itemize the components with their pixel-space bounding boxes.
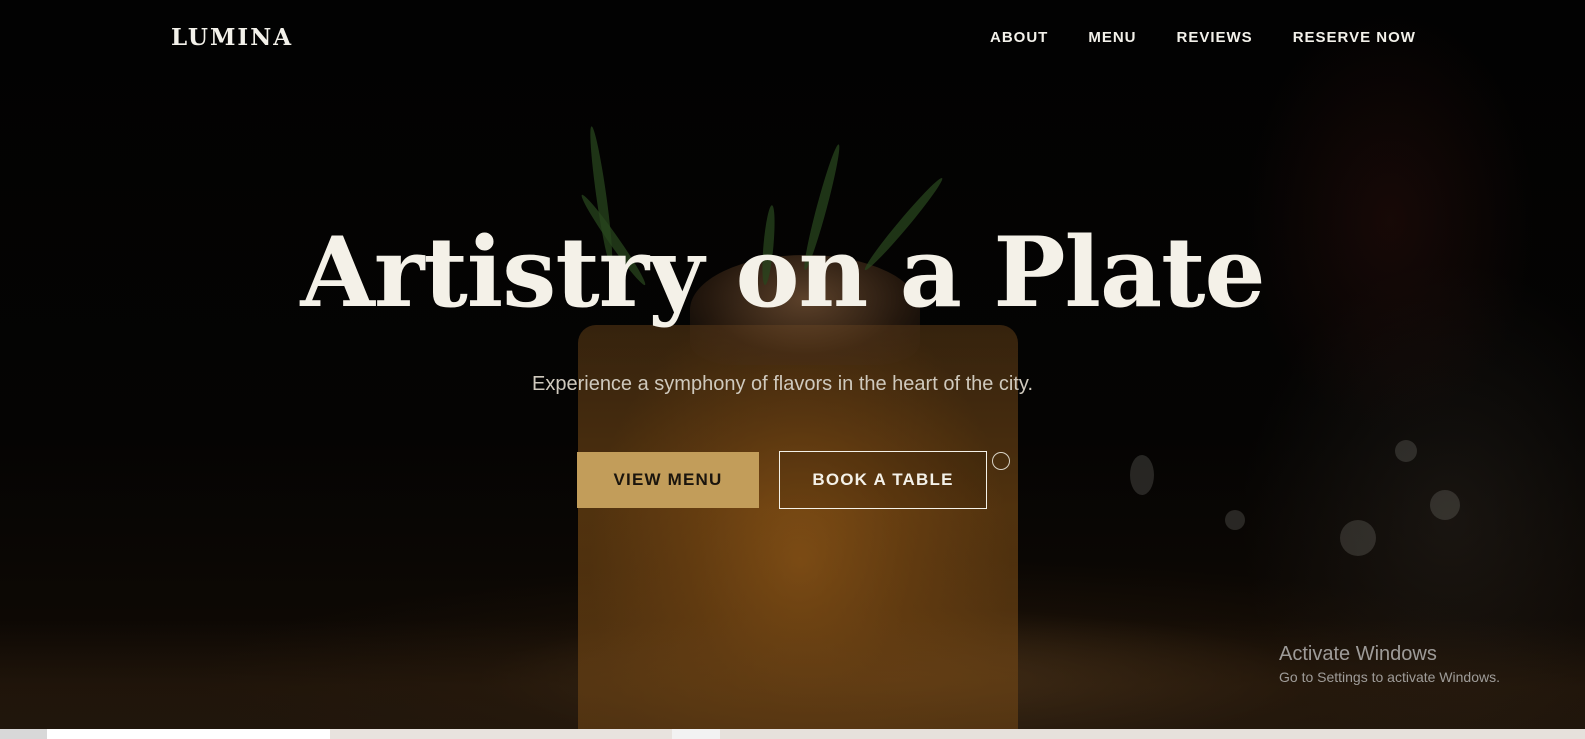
hero-subheadline: Experience a symphony of flavors in the … (532, 373, 1033, 395)
bokeh-light (1340, 520, 1376, 556)
nav-link-about[interactable]: ABOUT (990, 29, 1048, 46)
nav-links: ABOUT MENU REVIEWS RESERVE NOW (990, 29, 1416, 46)
hero-headline: Artistry on a Plate (300, 216, 1265, 329)
watermark-title: Activate Windows (1279, 643, 1437, 665)
bokeh-light (1130, 455, 1154, 495)
bokeh-light (1395, 440, 1417, 462)
book-table-button[interactable]: BOOK A TABLE (779, 451, 987, 509)
hero-background (0, 0, 1585, 729)
bottom-strip (0, 729, 1585, 739)
strip-segment (47, 729, 330, 739)
strip-segment (672, 729, 720, 739)
windows-activation-watermark: Activate Windows Go to Settings to activ… (1279, 643, 1500, 685)
watermark-subtitle: Go to Settings to activate Windows. (1279, 669, 1500, 685)
strip-segment (720, 729, 1585, 739)
bokeh-light (1225, 510, 1245, 530)
nav-link-reserve-now[interactable]: RESERVE NOW (1293, 29, 1416, 46)
bokeh-light (1430, 490, 1460, 520)
view-menu-button[interactable]: VIEW MENU (577, 452, 759, 508)
cursor-ring-icon (992, 452, 1010, 470)
top-navigation: LUMINA ABOUT MENU REVIEWS RESERVE NOW (0, 0, 1585, 78)
nav-link-reviews[interactable]: REVIEWS (1177, 29, 1253, 46)
strip-segment (0, 729, 47, 739)
nav-link-menu[interactable]: MENU (1088, 29, 1136, 46)
strip-segment (330, 729, 672, 739)
site-logo[interactable]: LUMINA (171, 24, 293, 51)
